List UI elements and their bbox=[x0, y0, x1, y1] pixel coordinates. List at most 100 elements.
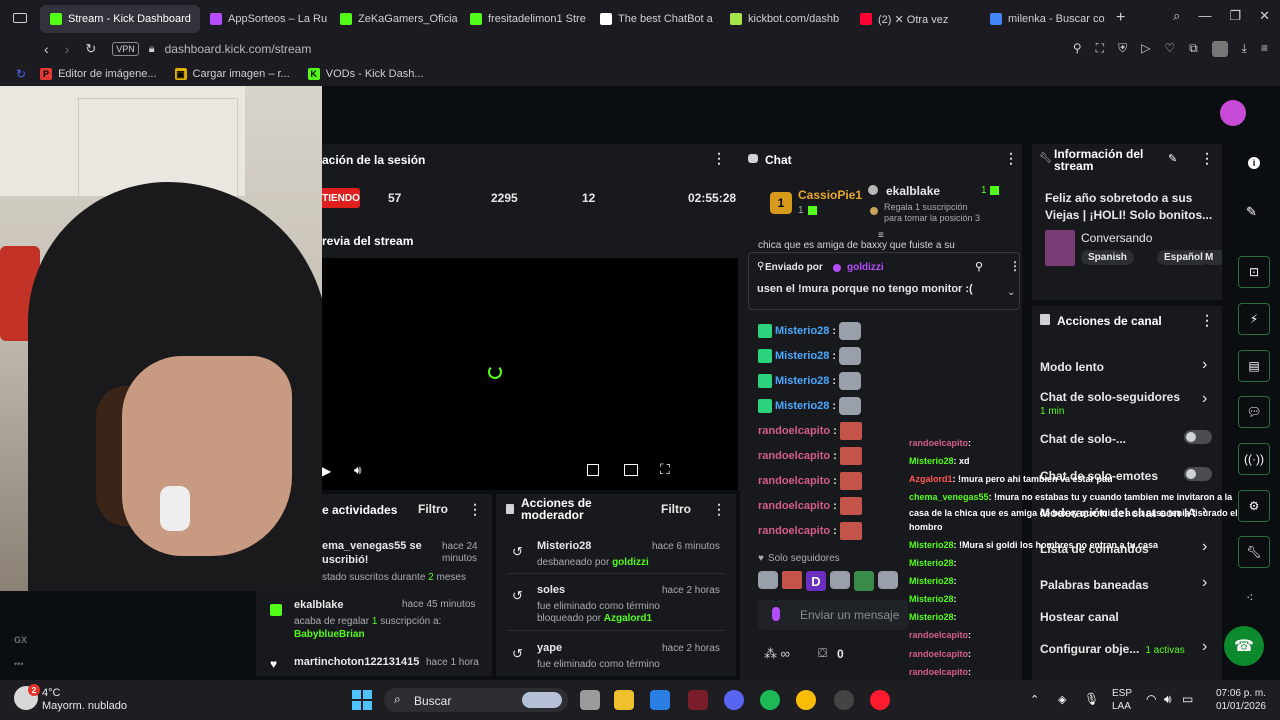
tray-app-icon[interactable]: ◈ bbox=[1058, 693, 1066, 706]
chat-username[interactable]: randoelcapito bbox=[758, 525, 830, 537]
language[interactable]: ESP bbox=[1112, 688, 1132, 699]
sync-icon[interactable]: ↻ bbox=[16, 67, 26, 81]
channel-action[interactable]: Chat de solo-seguidores 1 min › bbox=[1040, 388, 1216, 417]
unpin-icon[interactable]: ⚲ bbox=[975, 260, 983, 273]
lightning-icon[interactable]: ⚡︎ bbox=[1238, 303, 1270, 335]
discord-icon[interactable] bbox=[724, 690, 744, 710]
chat-username[interactable]: Misterio28 bbox=[775, 325, 829, 337]
emote[interactable] bbox=[878, 571, 898, 589]
tray-chevron-icon[interactable]: ⌃ bbox=[1030, 693, 1039, 706]
menu-icon[interactable]: ≡ bbox=[1261, 41, 1268, 57]
toggle-switch[interactable] bbox=[1184, 467, 1212, 481]
tag[interactable]: M bbox=[1203, 250, 1222, 265]
more-icon[interactable]: ••• bbox=[14, 659, 23, 669]
activity-filter-button[interactable]: Filtro bbox=[418, 502, 448, 516]
emote[interactable] bbox=[830, 571, 850, 589]
moderator-menu-icon[interactable]: ⋮ bbox=[712, 501, 726, 518]
back-icon[interactable]: ‹ bbox=[44, 41, 49, 57]
clock-time[interactable]: 07:06 p. m. bbox=[1210, 688, 1266, 699]
profile-icon[interactable] bbox=[1211, 41, 1228, 57]
chat-input[interactable]: Enviar un mensaje bbox=[758, 600, 908, 630]
maximize-icon[interactable]: ❐ bbox=[1229, 8, 1241, 24]
vpn-badge[interactable]: VPN bbox=[112, 42, 139, 56]
file-explorer-icon[interactable] bbox=[614, 690, 634, 710]
emote[interactable] bbox=[758, 571, 778, 589]
heart-icon[interactable]: ♡ bbox=[1164, 41, 1175, 57]
channel-actions-menu-icon[interactable]: ⋮ bbox=[1200, 312, 1214, 329]
fullscreen-icon[interactable]: ⛶ bbox=[660, 461, 670, 478]
support-button[interactable]: ☎ bbox=[1224, 626, 1264, 666]
obs-icon[interactable] bbox=[834, 690, 854, 710]
gift-icon[interactable]: ⛋ bbox=[818, 646, 827, 661]
channel-action[interactable]: Modo lento › bbox=[1040, 356, 1216, 376]
activity-menu-icon[interactable]: ⋮ bbox=[468, 501, 482, 518]
search-box[interactable]: ⌕ Buscar bbox=[384, 688, 568, 712]
minimize-icon[interactable]: — bbox=[1198, 8, 1211, 24]
bug-icon[interactable]: ⚙ bbox=[1238, 490, 1270, 522]
mic-icon[interactable] bbox=[772, 607, 780, 621]
reload-icon[interactable]: ↻ bbox=[85, 41, 96, 57]
screenshot-icon[interactable]: ⛶ bbox=[1096, 41, 1104, 57]
chevron-down-icon[interactable]: ⌄ bbox=[1007, 287, 1015, 298]
toggle-switch[interactable] bbox=[1184, 430, 1212, 444]
spotify-icon[interactable] bbox=[760, 690, 780, 710]
video-player[interactable]: ▶ 🔊︎ ⛶ bbox=[322, 258, 738, 490]
browser-tab[interactable]: kickbot.com/dashb bbox=[720, 5, 850, 33]
info-icon[interactable]: i bbox=[1248, 157, 1260, 169]
browser-tab[interactable]: fresitadelimon1 Stre bbox=[460, 5, 590, 33]
forward-icon[interactable]: › bbox=[65, 41, 70, 57]
pin-icon[interactable]: ⚲ bbox=[1073, 41, 1082, 57]
tag[interactable]: Spanish bbox=[1081, 250, 1134, 265]
tab-list-icon[interactable] bbox=[0, 0, 40, 36]
avatar[interactable] bbox=[1220, 100, 1246, 126]
gifter-name[interactable]: ekalblake bbox=[886, 184, 940, 198]
gx-icon[interactable]: GX bbox=[14, 635, 27, 645]
chat-username[interactable]: Misterio28 bbox=[775, 350, 829, 362]
tag[interactable]: Español bbox=[1157, 250, 1210, 265]
browser-tab[interactable]: The best ChatBot a bbox=[590, 5, 720, 33]
extensions-icon[interactable]: ⧉ bbox=[1189, 41, 1198, 57]
chat-username[interactable]: Misterio28 bbox=[775, 400, 829, 412]
bookmark[interactable]: P Editor de imágene... bbox=[40, 68, 157, 80]
edit-icon[interactable]: ✎ bbox=[1168, 152, 1177, 165]
browser-tab[interactable]: ZeKaGamers_Oficia bbox=[330, 5, 460, 33]
share-icon[interactable]: ⁖ bbox=[1246, 590, 1254, 606]
play-icon[interactable]: ▷ bbox=[1141, 41, 1150, 57]
play-button[interactable]: ▶ bbox=[322, 464, 331, 478]
bookmark[interactable]: ▣ Cargar imagen – r... bbox=[174, 68, 290, 80]
volume-icon[interactable]: 🔊︎ bbox=[1164, 692, 1172, 707]
pinned-menu-icon[interactable]: ⋮ bbox=[1009, 259, 1021, 273]
wifi-icon[interactable]: ◠ bbox=[1146, 692, 1156, 706]
channel-action[interactable]: Configurar obje... 1 activas › bbox=[1040, 638, 1216, 658]
url-field[interactable]: dashboard.kick.com/stream bbox=[165, 42, 312, 56]
scan-icon[interactable]: ⊡ bbox=[1238, 256, 1270, 288]
chat-bubble-icon[interactable]: 💬︎ bbox=[1238, 396, 1270, 428]
channel-action[interactable]: Palabras baneadas › bbox=[1040, 574, 1216, 594]
browser-tab[interactable]: AppSorteos – La Ru bbox=[200, 5, 330, 33]
chat-username[interactable]: randoelcapito bbox=[758, 475, 830, 487]
browser-tab[interactable]: milenka - Buscar co bbox=[980, 5, 1110, 33]
session-menu-icon[interactable]: ⋮ bbox=[712, 150, 726, 167]
volume-icon[interactable]: 🔊︎ bbox=[354, 463, 362, 478]
bookmark[interactable]: K VODs - Kick Dash... bbox=[307, 68, 424, 80]
pencil-icon[interactable]: ✎ bbox=[1246, 204, 1257, 220]
emote[interactable] bbox=[854, 571, 874, 591]
broadcast-icon[interactable]: ((·)) bbox=[1238, 443, 1270, 475]
stream-info-menu-icon[interactable]: ⋮ bbox=[1200, 150, 1214, 167]
emote[interactable] bbox=[782, 571, 802, 589]
task-view-icon[interactable] bbox=[580, 690, 600, 710]
browser-tab[interactable]: Stream - Kick Dashboard bbox=[40, 5, 200, 33]
tool-icon[interactable]: 🔧︎ bbox=[1238, 536, 1270, 568]
close-window-icon[interactable]: ✕ bbox=[1259, 8, 1270, 24]
app-icon[interactable] bbox=[688, 690, 708, 710]
chat-menu-icon[interactable]: ⋮ bbox=[1004, 150, 1018, 167]
chrome-icon[interactable] bbox=[796, 690, 816, 710]
theater-icon[interactable] bbox=[624, 464, 638, 476]
battery-icon[interactable]: ▭ bbox=[1182, 692, 1193, 706]
new-tab-button[interactable]: + bbox=[1116, 9, 1125, 27]
windows-start-icon[interactable] bbox=[352, 690, 372, 710]
chat-username[interactable]: randoelcapito bbox=[758, 425, 830, 437]
shield-icon[interactable]: ⛨ bbox=[1118, 41, 1127, 57]
download-icon[interactable]: ⤓ bbox=[1242, 41, 1247, 57]
pinned-user[interactable]: goldizzi bbox=[847, 262, 884, 273]
